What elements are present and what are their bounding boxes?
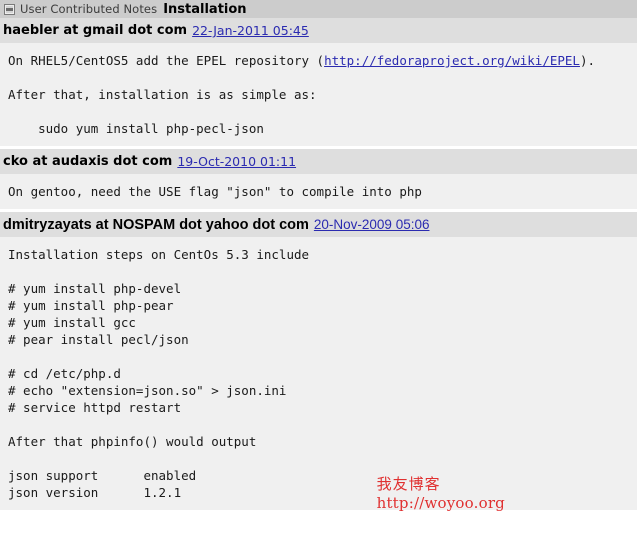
note-body: Installation steps on CentOs 5.3 include… — [0, 237, 637, 510]
page-title: Installation — [163, 1, 247, 17]
note-date-link[interactable]: 22-Jan-2011 05:45 — [192, 23, 309, 38]
note-item: haebler at gmail dot com 22-Jan-2011 05:… — [0, 18, 637, 146]
note-author: haebler at gmail dot com — [3, 23, 188, 38]
note-body: On RHEL5/CentOS5 add the EPEL repository… — [0, 43, 637, 146]
minus-box-icon[interactable] — [4, 3, 15, 15]
note-body: On gentoo, need the USE flag "json" to c… — [0, 174, 637, 209]
note-header: dmitryzayats at NOSPAM dot yahoo dot com… — [0, 212, 637, 237]
note-header: haebler at gmail dot com 22-Jan-2011 05:… — [0, 18, 637, 43]
note-body-text-part1: On RHEL5/CentOS5 add the EPEL repository… — [8, 53, 325, 68]
note-header: cko at audaxis dot com 19-Oct-2010 01:11 — [0, 149, 637, 174]
note-date-link[interactable]: 19-Oct-2010 01:11 — [177, 154, 296, 169]
note-author: dmitryzayats at NOSPAM dot yahoo dot com — [3, 216, 309, 233]
note-date-link[interactable]: 20-Nov-2009 05:06 — [314, 217, 430, 232]
notes-title-bar: User Contributed Notes Installation — [0, 0, 637, 18]
notes-section-label: User Contributed Notes — [20, 2, 158, 16]
note-item: cko at audaxis dot com 19-Oct-2010 01:11… — [0, 149, 637, 209]
note-author: cko at audaxis dot com — [3, 154, 173, 169]
note-item: dmitryzayats at NOSPAM dot yahoo dot com… — [0, 212, 637, 510]
user-contributed-notes-page: User Contributed Notes Installation haeb… — [0, 0, 637, 538]
epel-repository-link[interactable]: http://fedoraproject.org/wiki/EPEL — [324, 53, 580, 68]
